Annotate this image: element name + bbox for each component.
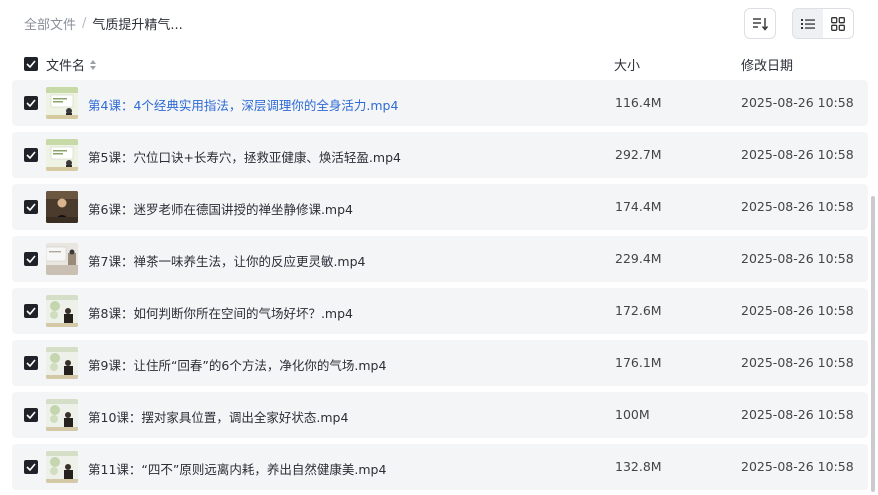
checkmark-icon [26, 411, 36, 419]
file-name[interactable]: 第5课：穴位口诀+长寿穴，拯救亚健康、焕活轻盈.mp4 [88, 147, 401, 166]
checkmark-icon [26, 255, 36, 263]
sort-arrows-icon [90, 59, 97, 70]
checkmark-icon [26, 99, 36, 107]
row-checkbox[interactable] [24, 356, 38, 370]
file-modified-date: 2025-08-26 10:58 [741, 199, 854, 214]
breadcrumb: 全部文件 / 气质提升精气... [24, 14, 183, 33]
breadcrumb-current-folder: 气质提升精气... [92, 18, 183, 33]
file-name[interactable]: 第9课：让住所“回春”的6个方法，净化你的气场.mp4 [88, 355, 386, 374]
row-checkbox[interactable] [24, 408, 38, 422]
video-thumbnail[interactable] [46, 295, 78, 327]
checkmark-icon [26, 203, 36, 211]
file-size: 172.6M [615, 303, 662, 318]
video-thumbnail[interactable] [46, 451, 78, 483]
breadcrumb-root-link[interactable]: 全部文件 [24, 14, 76, 33]
scrollbar[interactable] [871, 196, 875, 492]
breadcrumb-separator: / [82, 16, 87, 31]
checkmark-icon [26, 463, 36, 471]
file-size: 100M [615, 407, 650, 422]
file-modified-date: 2025-08-26 10:58 [741, 303, 854, 318]
list-view-button[interactable] [793, 9, 823, 38]
checkmark-icon [26, 60, 36, 68]
file-size: 176.1M [615, 355, 662, 370]
sort-icon [753, 17, 768, 31]
file-size: 116.4M [615, 95, 662, 110]
top-bar: 全部文件 / 气质提升精气... [0, 0, 878, 48]
select-all-checkbox[interactable] [24, 57, 38, 71]
list-view-icon [801, 18, 815, 29]
column-header-size[interactable]: 大小 [614, 55, 640, 74]
grid-view-icon [831, 16, 845, 31]
row-checkbox[interactable] [24, 304, 38, 318]
column-header-name-label: 文件名 [46, 59, 86, 74]
file-name[interactable]: 第6课：迷罗老师在德国讲授的禅坐静修课.mp4 [88, 199, 353, 218]
file-modified-date: 2025-08-26 10:58 [741, 95, 854, 110]
video-thumbnail[interactable] [46, 191, 78, 223]
row-checkbox[interactable] [24, 200, 38, 214]
sort-button[interactable] [744, 8, 776, 39]
file-size: 229.4M [615, 251, 662, 266]
file-row[interactable]: 第4课：4个经典实用指法，深层调理你的全身活力.mp4 116.4M 2025-08… [12, 80, 868, 126]
file-modified-date: 2025-08-26 10:58 [741, 355, 854, 370]
checkmark-icon [26, 359, 36, 367]
row-checkbox[interactable] [24, 460, 38, 474]
row-checkbox[interactable] [24, 148, 38, 162]
file-modified-date: 2025-08-26 10:58 [741, 459, 854, 474]
file-row[interactable]: 第8课：如何判断你所在空间的气场好坏？.mp4 172.6M 2025-08-26 … [12, 288, 868, 334]
file-list: 第4课：4个经典实用指法，深层调理你的全身活力.mp4 116.4M 2025-08… [12, 80, 868, 495]
file-name[interactable]: 第11课：“四不”原则远离内耗，养出自然健康美.mp4 [88, 459, 386, 478]
file-row[interactable]: 第10课：摆对家具位置，调出全家好状态.mp4 100M 2025-08-26 10… [12, 392, 868, 438]
file-row[interactable]: 第5课：穴位口诀+长寿穴，拯救亚健康、焕活轻盈.mp4 292.7M 2025-08… [12, 132, 868, 178]
file-name[interactable]: 第8课：如何判断你所在空间的气场好坏？.mp4 [88, 303, 353, 322]
checkmark-icon [26, 151, 36, 159]
view-toggle-group [792, 8, 854, 39]
video-thumbnail[interactable] [46, 399, 78, 431]
file-row[interactable]: 第9课：让住所“回春”的6个方法，净化你的气场.mp4 176.1M 2025-08… [12, 340, 868, 386]
file-name[interactable]: 第7课：禅茶一味养生法，让你的反应更灵敏.mp4 [88, 251, 366, 270]
file-size: 292.7M [615, 147, 662, 162]
file-size: 174.4M [615, 199, 662, 214]
file-row[interactable]: 第11课：“四不”原则远离内耗，养出自然健康美.mp4 132.8M 2025-08… [12, 444, 868, 490]
row-checkbox[interactable] [24, 96, 38, 110]
column-header-date[interactable]: 修改日期 [741, 55, 793, 74]
file-row[interactable]: 第7课：禅茶一味养生法，让你的反应更灵敏.mp4 229.4M 2025-08-26… [12, 236, 868, 282]
video-thumbnail[interactable] [46, 243, 78, 275]
video-thumbnail[interactable] [46, 347, 78, 379]
video-thumbnail[interactable] [46, 139, 78, 171]
file-size: 132.8M [615, 459, 662, 474]
file-row[interactable]: 第6课：迷罗老师在德国讲授的禅坐静修课.mp4 174.4M 2025-08-26 … [12, 184, 868, 230]
file-modified-date: 2025-08-26 10:58 [741, 147, 854, 162]
file-name[interactable]: 第10课：摆对家具位置，调出全家好状态.mp4 [88, 407, 348, 426]
file-modified-date: 2025-08-26 10:58 [741, 251, 854, 266]
grid-view-button[interactable] [823, 9, 853, 38]
checkmark-icon [26, 307, 36, 315]
file-modified-date: 2025-08-26 10:58 [741, 407, 854, 422]
video-thumbnail[interactable] [46, 87, 78, 119]
file-name[interactable]: 第4课：4个经典实用指法，深层调理你的全身活力.mp4 [88, 95, 398, 114]
row-checkbox[interactable] [24, 252, 38, 266]
file-table-header: 文件名 大小 修改日期 [0, 52, 878, 76]
column-header-name[interactable]: 文件名 [46, 55, 97, 74]
